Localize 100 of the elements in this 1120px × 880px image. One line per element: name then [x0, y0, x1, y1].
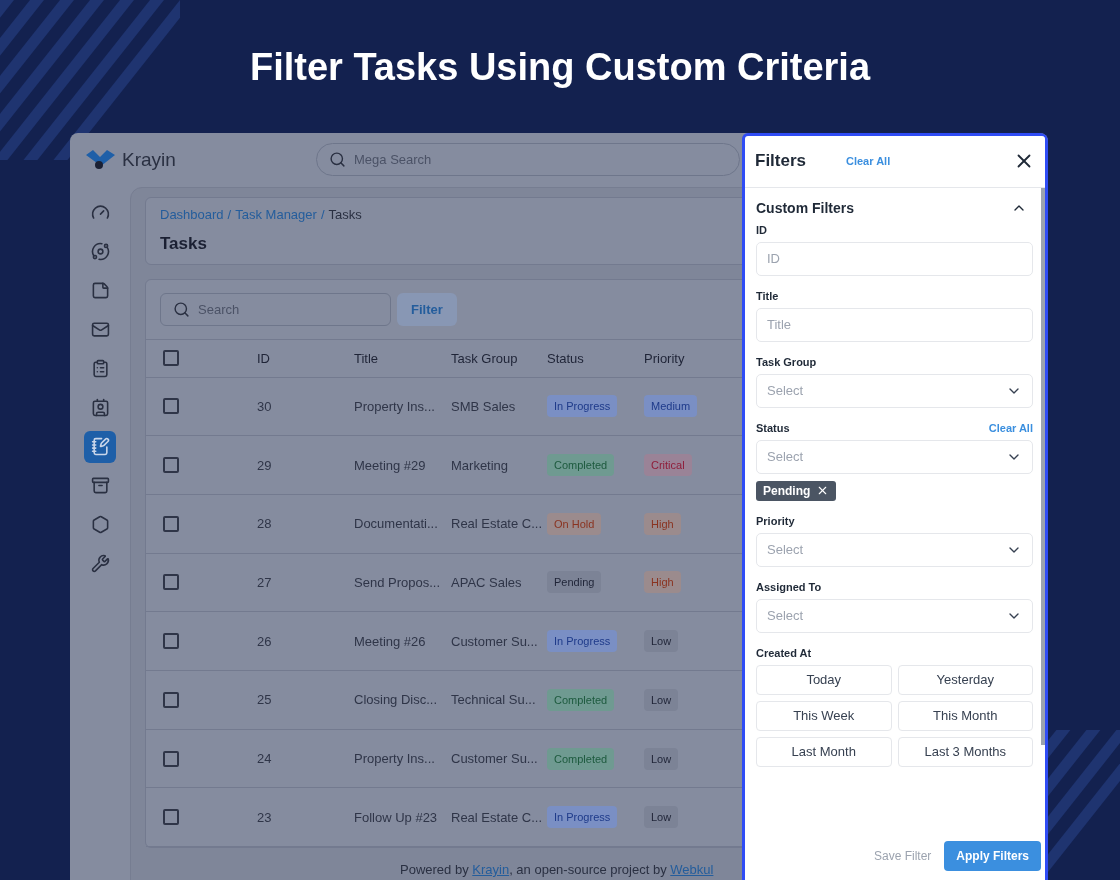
table-cell: Customer Su... [451, 633, 538, 649]
table-cell: Follow Up #23 [354, 809, 438, 825]
row-checkbox[interactable] [163, 515, 179, 532]
table-cell: Documentati... [354, 516, 438, 532]
contact-card-icon [90, 398, 110, 418]
text-input-field[interactable]: Title [756, 307, 1033, 342]
table-cell: 25 [257, 692, 272, 708]
table-cell: Property Ins... [354, 398, 435, 414]
table-cell: Customer Su... [451, 751, 538, 766]
select-field[interactable]: Select [756, 439, 1033, 474]
orbit-icon [90, 242, 110, 262]
table-cell: 23 [257, 809, 272, 825]
hexagon-icon [90, 515, 110, 535]
panel-title: Filters [755, 151, 808, 172]
apply-filters-button[interactable]: Apply Filters [944, 841, 1041, 871]
table-cell: Technical Su... [451, 692, 536, 708]
column-header[interactable]: Priority [644, 350, 685, 366]
clear-all-link[interactable]: Clear All [846, 155, 891, 168]
column-header[interactable]: ID [257, 350, 270, 366]
table-cell: 26 [257, 633, 272, 649]
table-cell: Marketing [451, 457, 509, 473]
table-cell: 24 [257, 751, 272, 766]
breadcrumb-current: Tasks [328, 206, 362, 222]
search-icon [173, 300, 190, 318]
table-cell: SMB Sales [451, 398, 516, 414]
clipboard-icon [90, 359, 110, 379]
page-title: Filter Tasks Using Custom Criteria [249, 46, 871, 90]
status-tag: Pending [547, 571, 602, 594]
table-cell: Send Propos... [354, 574, 440, 590]
scrollbar[interactable] [1041, 187, 1045, 745]
priority-tag: Critical [644, 454, 692, 477]
row-checkbox[interactable] [163, 691, 179, 708]
status-tag: On Hold [547, 512, 602, 535]
table-cell: 28 [257, 516, 272, 532]
row-checkbox[interactable] [163, 633, 179, 650]
table-cell: Real Estate C... [451, 516, 543, 532]
status-tag: In Progress [547, 395, 618, 418]
field-label: Status [756, 421, 790, 434]
search-icon [329, 151, 346, 169]
date-range-button[interactable]: Last 3 Months [897, 736, 1033, 767]
column-header[interactable]: Title [354, 350, 379, 366]
priority-tag: Low [644, 747, 679, 770]
mail-icon [90, 320, 110, 340]
breadcrumb-link[interactable]: Dashboard [160, 206, 224, 222]
table-cell: Property Ins... [354, 751, 435, 766]
row-checkbox[interactable] [163, 457, 179, 474]
date-range-button[interactable]: This Week [756, 700, 892, 731]
date-range-button[interactable]: Yesterday [897, 664, 1033, 695]
table-cell: APAC Sales [451, 574, 522, 590]
page-heading: Tasks [160, 233, 208, 254]
select-field[interactable]: Select [756, 598, 1033, 633]
field-label: Assigned To [756, 580, 822, 593]
table-cell: 27 [257, 574, 272, 590]
select-field[interactable]: Select [756, 373, 1033, 408]
filter-button[interactable]: Filter [397, 292, 457, 326]
select-all-checkbox[interactable] [163, 350, 179, 367]
sticky-note-icon [90, 281, 110, 301]
column-header[interactable]: Task Group [451, 350, 518, 366]
wrench-icon [90, 554, 110, 574]
select-field[interactable]: Select [756, 532, 1033, 567]
field-label: Title [756, 289, 779, 302]
table-cell: Meeting #26 [354, 633, 426, 649]
table-cell: 30 [257, 398, 272, 414]
text-input-field[interactable]: ID [756, 241, 1033, 276]
brand-name: Krayin [122, 148, 176, 171]
field-label: Priority [756, 514, 795, 527]
breadcrumb-separator: / [227, 206, 232, 222]
priority-tag: High [644, 512, 681, 535]
status-tag: In Progress [547, 806, 618, 829]
date-range-button[interactable]: Last Month [756, 736, 892, 767]
search-field[interactable]: Search [160, 292, 391, 326]
table-cell: 29 [257, 457, 272, 473]
breadcrumb-separator: / [320, 206, 325, 222]
section-title: Custom Filters [756, 199, 854, 216]
status-tag: Completed [547, 454, 615, 477]
breadcrumb-link[interactable]: Task Manager [235, 206, 317, 222]
row-checkbox[interactable] [163, 574, 179, 591]
field-label: Created At [756, 646, 812, 659]
table-cell: Meeting #29 [354, 457, 426, 473]
priority-tag: Low [644, 806, 679, 829]
row-checkbox[interactable] [163, 750, 179, 767]
table-cell: Real Estate C... [451, 809, 543, 825]
priority-tag: Low [644, 688, 679, 711]
column-header[interactable]: Status [547, 350, 584, 366]
footer-link[interactable]: Webkul [670, 862, 714, 878]
sidebar-item[interactable] [84, 430, 116, 463]
status-tag: Completed [547, 688, 615, 711]
priority-tag: Low [644, 630, 679, 653]
clear-all-link[interactable]: Clear All [988, 421, 1033, 434]
field-label: Task Group [756, 355, 817, 368]
filter-chip[interactable]: Pending [756, 480, 837, 501]
row-checkbox[interactable] [163, 398, 179, 415]
date-range-button[interactable]: Today [756, 664, 892, 695]
priority-tag: High [644, 571, 681, 594]
status-tag: Completed [547, 747, 615, 770]
row-checkbox[interactable] [163, 809, 179, 826]
logo-icon [86, 149, 116, 170]
notebook-pen-icon [90, 437, 110, 457]
date-range-button[interactable]: This Month [897, 700, 1033, 731]
archive-icon [90, 476, 110, 496]
